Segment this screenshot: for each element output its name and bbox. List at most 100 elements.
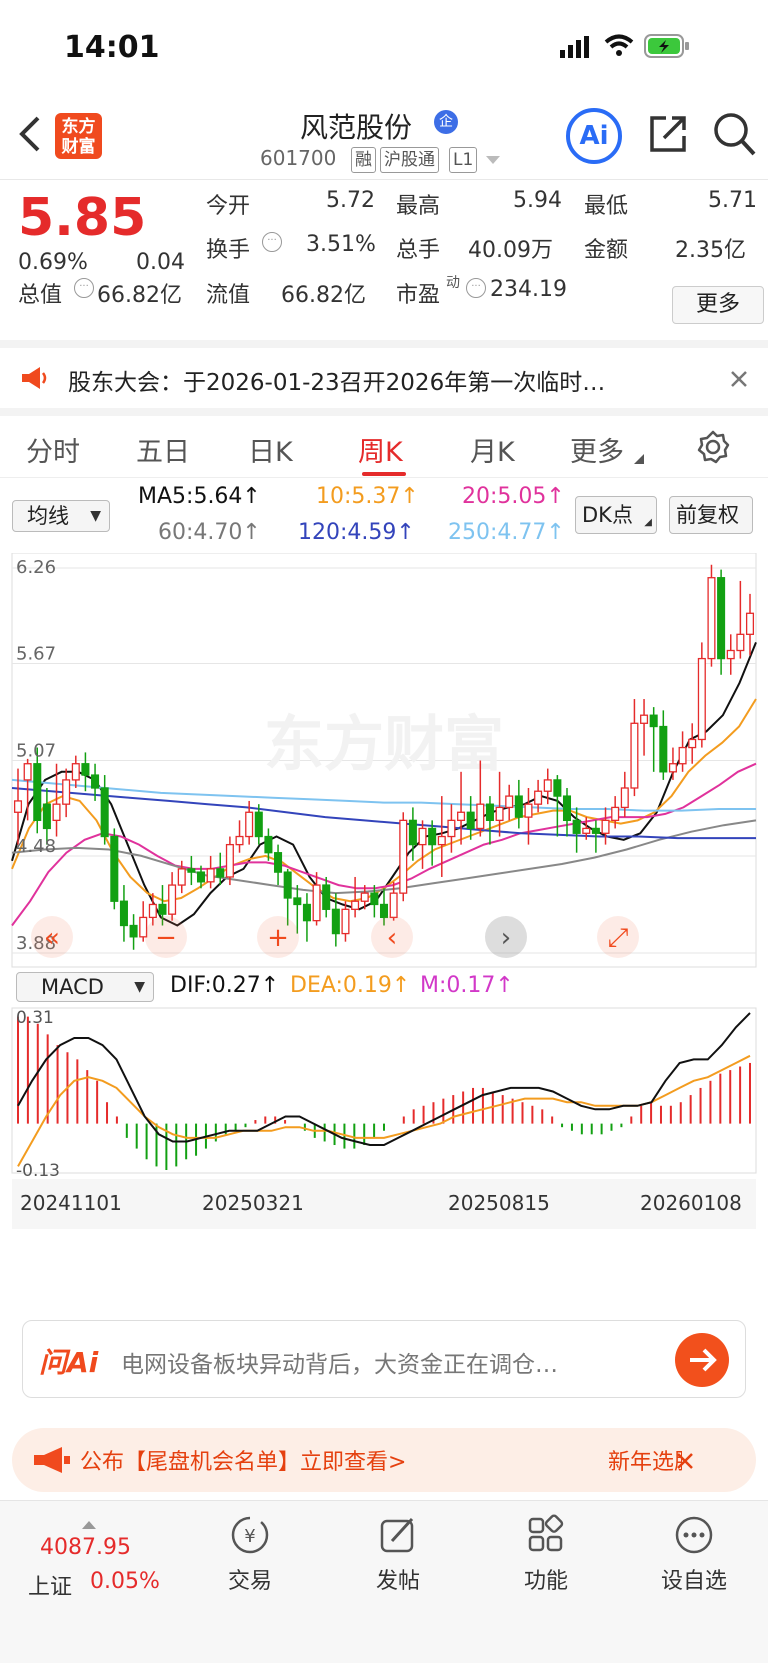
candle-body bbox=[110, 835, 119, 902]
change-percent: 0.69% bbox=[18, 250, 88, 275]
step-left-icon[interactable]: ‹ bbox=[371, 916, 413, 958]
candle-body bbox=[331, 908, 340, 935]
candle-body bbox=[678, 746, 687, 765]
candle-body bbox=[71, 763, 80, 781]
candle-body bbox=[505, 795, 514, 809]
ma120-line bbox=[11, 787, 756, 840]
macd-m-value: M:0.17↑ bbox=[420, 973, 514, 998]
nav-add-watchlist[interactable]: 设自选 bbox=[634, 1513, 754, 1595]
indicator-selector[interactable]: 均线 ▼ bbox=[12, 500, 110, 532]
y-tick-label: 6.26 bbox=[16, 557, 56, 578]
y-tick-label: 5.07 bbox=[16, 741, 56, 762]
candle-body bbox=[168, 884, 177, 915]
tab-intraday[interactable]: 分时 bbox=[26, 430, 80, 469]
nav-post[interactable]: 发帖 bbox=[338, 1513, 458, 1595]
macd-y-bottom-label: -0.13 bbox=[16, 1161, 60, 1181]
candle-body bbox=[447, 819, 456, 838]
ai-button[interactable]: Ai bbox=[566, 108, 622, 164]
info-icon[interactable]: ··· bbox=[262, 232, 282, 252]
scroll-left-fast-icon[interactable]: « bbox=[31, 916, 73, 958]
candle-body bbox=[553, 779, 562, 797]
macd-dea-value: DEA:0.19↑ bbox=[290, 973, 411, 998]
x-tick-label: 20241101 bbox=[20, 1191, 122, 1215]
candle-body bbox=[62, 779, 71, 805]
ma-legend-bar: 均线 ▼ MA5:5.64↑ 10:5.37↑ 20:5.05↑ 60:4.70… bbox=[0, 478, 768, 553]
promo-right-text: 新年选股 bbox=[608, 1450, 682, 1475]
candle-body bbox=[630, 722, 639, 789]
tab-five-day[interactable]: 五日 bbox=[136, 430, 190, 469]
candle-body bbox=[100, 787, 109, 838]
zoom-in-icon[interactable]: + bbox=[257, 916, 299, 958]
candle-body bbox=[129, 924, 138, 938]
ai-ask-bar[interactable]: 问Ai 电网设备板块异动背后，大资金正在调仓… bbox=[22, 1320, 746, 1398]
candle-body bbox=[206, 868, 215, 883]
tag-margin: 融 bbox=[351, 147, 376, 173]
mcap-value: 66.82亿 bbox=[97, 283, 182, 308]
share-icon[interactable] bbox=[646, 112, 690, 156]
macd-selector[interactable]: MACD ▼ bbox=[16, 972, 154, 1002]
ai-logo: 问Ai bbox=[39, 1346, 99, 1379]
watermark-text: 东方财富 bbox=[264, 710, 504, 780]
tab-more[interactable]: 更多 bbox=[570, 430, 624, 469]
settings-gear-icon[interactable] bbox=[696, 430, 730, 464]
dk-point-label: DK点 bbox=[582, 503, 633, 527]
candle-body bbox=[640, 714, 649, 724]
megaphone-icon bbox=[22, 367, 47, 389]
macd-y-top-label: 0.31 bbox=[16, 1008, 54, 1028]
nav-functions[interactable]: 功能 bbox=[486, 1513, 606, 1595]
dropdown-arrow-icon[interactable] bbox=[486, 156, 500, 166]
candle-body bbox=[158, 903, 167, 915]
fullscreen-icon[interactable]: ⤢ bbox=[597, 916, 639, 958]
ma250-line bbox=[11, 778, 756, 812]
control-button-glyph: ‹ bbox=[387, 923, 397, 953]
candle-body bbox=[302, 903, 311, 922]
tab-monthly-k[interactable]: 月K bbox=[470, 430, 515, 469]
info-icon[interactable]: ··· bbox=[466, 278, 486, 298]
kline-chart-area[interactable]: 东方财富 6.265.675.074.483.88 «−+‹›⤢ 0.31-0.… bbox=[0, 552, 768, 1293]
pe-label: 市盈 bbox=[396, 283, 441, 308]
app-logo[interactable]: 东方 财富 bbox=[55, 113, 102, 159]
candle-body bbox=[341, 908, 350, 935]
wifi-icon bbox=[604, 34, 634, 56]
candle-body bbox=[611, 806, 620, 822]
chevron-down-icon bbox=[634, 454, 644, 464]
zoom-out-icon[interactable]: − bbox=[145, 916, 187, 958]
candle-body bbox=[119, 900, 128, 927]
ai-submit-button[interactable] bbox=[675, 1333, 729, 1387]
stock-name: 风范股份 bbox=[300, 111, 413, 144]
candle-body bbox=[245, 811, 254, 838]
promo-banner[interactable]: 公布【尾盘机会名单】立即查看> 新年选股 bbox=[12, 1428, 756, 1492]
close-icon[interactable] bbox=[730, 370, 748, 388]
candle-body bbox=[495, 806, 504, 822]
y-tick-label: 4.48 bbox=[16, 836, 56, 857]
candle-body bbox=[485, 803, 494, 822]
nav-trade[interactable]: ¥ 交易 bbox=[190, 1513, 310, 1595]
ai-prompt-text: 电网设备板块异动背后，大资金正在调仓… bbox=[121, 1352, 558, 1378]
index-value[interactable]: 4087.95 bbox=[40, 1535, 131, 1560]
index-change: 0.05% bbox=[90, 1569, 160, 1594]
candle-body bbox=[283, 871, 292, 899]
dk-point-button[interactable]: DK点 ◢ bbox=[575, 496, 657, 534]
adjust-type-button[interactable]: 前复权 bbox=[669, 496, 753, 534]
period-tabs: 分时 五日 日K 周K 月K 更多 bbox=[0, 408, 768, 478]
pe-value: 234.19 bbox=[490, 277, 567, 302]
candle-body bbox=[697, 657, 706, 741]
candle-body bbox=[187, 868, 196, 873]
enterprise-badge-icon: 企 bbox=[434, 110, 458, 134]
tab-weekly-k[interactable]: 周K bbox=[358, 430, 403, 469]
info-icon[interactable]: ··· bbox=[74, 278, 94, 298]
more-quote-button[interactable]: 更多 bbox=[672, 286, 764, 324]
battery-icon bbox=[644, 34, 689, 58]
candle-body bbox=[360, 892, 369, 902]
tab-daily-k[interactable]: 日K bbox=[248, 430, 293, 469]
notice-bar[interactable]: 股东大会：于2026-01-23召开2026年第一次临时… bbox=[0, 340, 768, 408]
candle-body bbox=[370, 892, 379, 906]
close-icon[interactable] bbox=[676, 1452, 694, 1470]
step-right-icon[interactable]: › bbox=[485, 916, 527, 958]
y-tick-label: 5.67 bbox=[16, 643, 56, 664]
back-icon[interactable] bbox=[16, 114, 42, 154]
search-icon[interactable] bbox=[712, 110, 756, 158]
candle-body bbox=[601, 819, 610, 834]
kline-chart[interactable]: 东方财富 6.265.675.074.483.88 «−+‹›⤢ 0.31-0.… bbox=[0, 552, 768, 1293]
x-tick-label: 20250321 bbox=[202, 1191, 304, 1215]
